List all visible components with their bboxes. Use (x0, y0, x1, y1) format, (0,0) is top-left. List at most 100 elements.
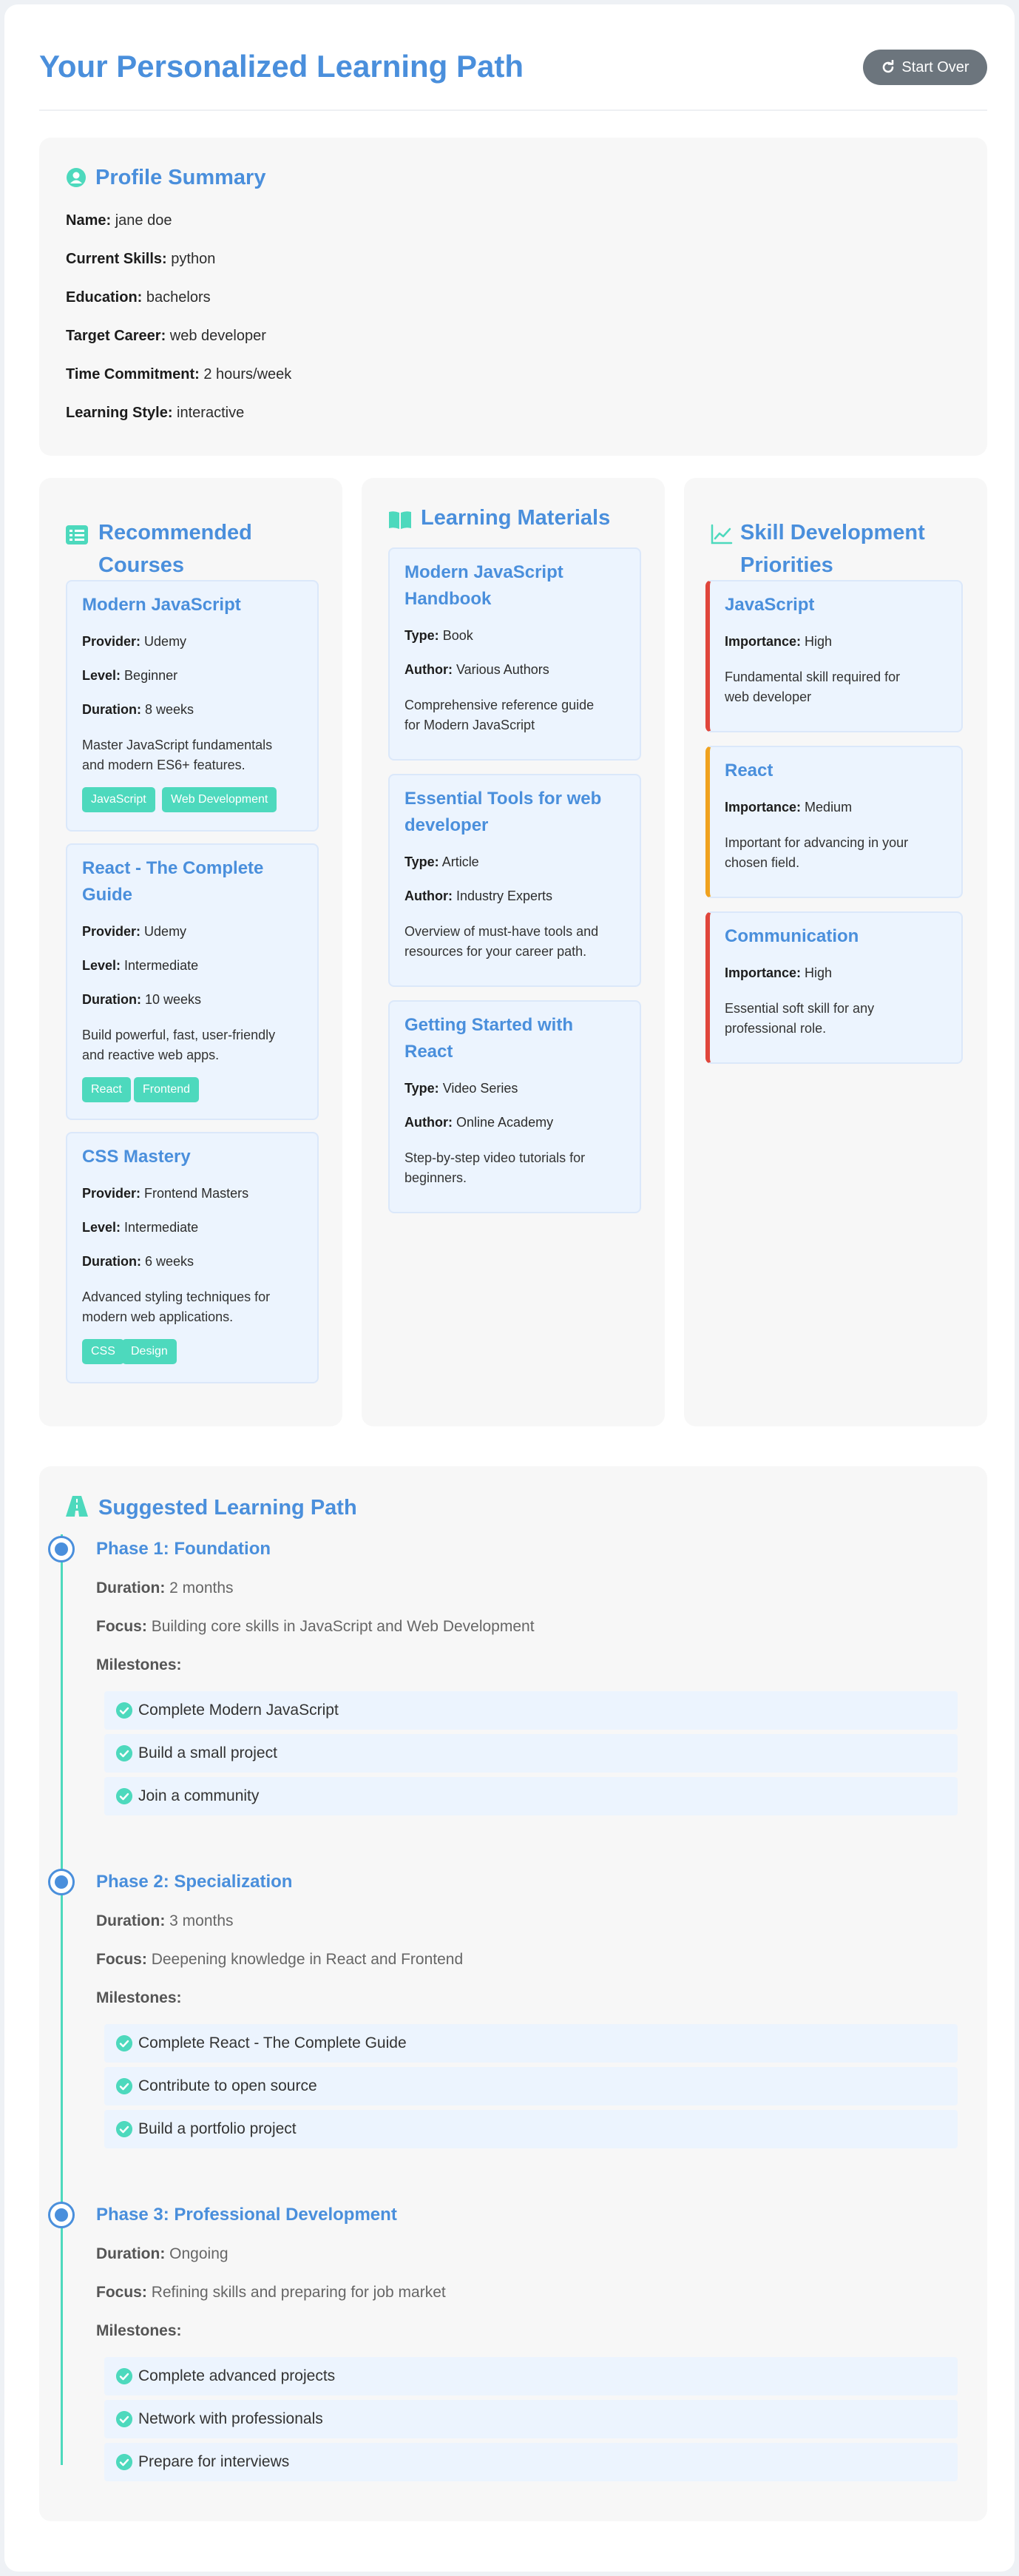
profile-field-label: Current Skills: (66, 251, 167, 267)
course-card-react[interactable]: React - The Complete Guide Provider: Ude… (66, 843, 319, 1120)
tag-javascript[interactable]: JavaScript (82, 787, 155, 812)
material-description-line2: resources for your career path. (404, 944, 587, 959)
phase-focus: Focus: Deepening knowledge in React and … (96, 1949, 463, 1971)
importance-label: Importance: (725, 634, 802, 649)
material-description-line1: Step-by-step video tutorials for (404, 1150, 586, 1165)
header: Your Personalized Learning Path Start Ov… (39, 34, 987, 111)
material-title-line2: Handbook (404, 589, 492, 609)
tag-css[interactable]: CSS (82, 1339, 124, 1364)
author-label: Author: (404, 1115, 453, 1130)
tag-frontend[interactable]: Frontend (134, 1077, 200, 1102)
learning-path-card: Suggested Learning Path Phase 1: Foundat… (39, 1466, 987, 2521)
course-level: Level: Beginner (82, 666, 177, 686)
skill-card-react[interactable]: React Importance: Medium Important for a… (705, 746, 963, 898)
course-card-css-mastery[interactable]: CSS Mastery Provider: Frontend Masters L… (66, 1132, 319, 1383)
material-card-essential-tools[interactable]: Essential Tools for web developer Type: … (388, 774, 641, 987)
milestone-item[interactable]: Complete React - The Complete Guide (104, 2024, 958, 2063)
provider-value: Frontend Masters (144, 1186, 249, 1201)
focus-value: Building core skills in JavaScript and W… (151, 1618, 535, 1635)
duration-value: 10 weeks (145, 992, 202, 1007)
course-duration: Duration: 10 weeks (82, 990, 201, 1010)
author-value: Industry Experts (456, 889, 553, 903)
skill-card-javascript[interactable]: JavaScript Importance: High Fundamental … (705, 580, 963, 732)
tag-react[interactable]: React (82, 1077, 131, 1102)
milestone-item[interactable]: Complete Modern JavaScript (104, 1691, 958, 1730)
material-author: Author: Various Authors (404, 660, 549, 680)
skill-importance: Importance: Medium (725, 798, 852, 817)
phase-duration: Duration: 3 months (96, 1910, 234, 1932)
duration-value: 6 weeks (145, 1254, 194, 1269)
material-card-getting-started-react[interactable]: Getting Started with React Type: Video S… (388, 1000, 641, 1213)
profile-field-career: Target Career: web developer (66, 326, 266, 346)
skill-description-line1: Fundamental skill required for (725, 670, 901, 684)
milestone-item[interactable]: Build a small project (104, 1734, 958, 1773)
profile-field-value: interactive (177, 405, 245, 421)
profile-field-skills: Current Skills: python (66, 249, 215, 269)
importance-label: Importance: (725, 965, 802, 980)
material-title-line1: Modern JavaScript (404, 562, 563, 582)
material-description-line1: Overview of must-have tools and (404, 924, 599, 939)
material-card-handbook[interactable]: Modern JavaScript Handbook Type: Book Au… (388, 547, 641, 761)
course-title-line2: Guide (82, 885, 133, 905)
road-icon (66, 1496, 88, 1517)
tag-web-development[interactable]: Web Development (162, 787, 277, 812)
course-description-line1: Master JavaScript fundamentals (82, 738, 273, 752)
course-description-line2: and reactive web apps. (82, 1048, 220, 1062)
provider-label: Provider: (82, 634, 141, 649)
start-over-button[interactable]: Start Over (863, 50, 987, 85)
material-author: Author: Industry Experts (404, 886, 552, 906)
phase-marker (48, 1536, 75, 1562)
profile-field-value: bachelors (146, 289, 211, 306)
profile-field-label: Education: (66, 289, 143, 306)
skill-description-line1: Essential soft skill for any (725, 1001, 875, 1016)
skill-description-line1: Important for advancing in your (725, 835, 909, 850)
provider-label: Provider: (82, 924, 141, 939)
check-circle-icon (116, 1745, 132, 1761)
profile-field-style: Learning Style: interactive (66, 402, 244, 423)
material-description-line2: beginners. (404, 1170, 467, 1185)
milestone-item[interactable]: Network with professionals (104, 2400, 958, 2438)
profile-field-education: Education: bachelors (66, 287, 211, 308)
milestone-text: Complete advanced projects (138, 2367, 336, 2384)
milestones-label: Milestones: (96, 1989, 182, 2006)
level-value: Intermediate (124, 1220, 199, 1235)
milestone-item[interactable]: Build a portfolio project (104, 2110, 958, 2148)
milestone-item[interactable]: Prepare for interviews (104, 2443, 958, 2481)
skills-title-line2: Priorities (740, 553, 833, 577)
phase-title: Phase 2: Specialization (96, 1872, 293, 1892)
tag-design[interactable]: Design (122, 1339, 177, 1364)
skill-description-line2: professional role. (725, 1021, 827, 1036)
milestone-item[interactable]: Complete advanced projects (104, 2357, 958, 2395)
course-provider: Provider: Udemy (82, 922, 186, 942)
type-label: Type: (404, 854, 439, 869)
duration-value: 3 months (169, 1912, 234, 1929)
check-circle-icon (116, 2078, 132, 2094)
milestone-text: Build a portfolio project (138, 2120, 297, 2137)
duration-label: Duration: (96, 1579, 166, 1596)
importance-label: Importance: (725, 800, 802, 815)
skill-description-line2: web developer (725, 689, 812, 704)
phase-marker (48, 1869, 75, 1895)
milestone-item[interactable]: Contribute to open source (104, 2067, 958, 2105)
material-title-line1: Getting Started with (404, 1015, 573, 1035)
phase-milestones-label: Milestones: (96, 1654, 182, 1676)
focus-value: Refining skills and preparing for job ma… (151, 2284, 446, 2301)
check-circle-icon (116, 1702, 132, 1719)
duration-label: Duration: (82, 1254, 141, 1269)
focus-value: Deepening knowledge in React and Fronten… (151, 1951, 464, 1968)
material-title-line2: React (404, 1042, 453, 1062)
course-card-modern-javascript[interactable]: Modern JavaScript Provider: Udemy Level:… (66, 580, 319, 832)
courses-title-line1: Recommended (98, 521, 252, 544)
author-label: Author: (404, 662, 453, 677)
skill-card-communication[interactable]: Communication Importance: High Essential… (705, 911, 963, 1064)
author-value: Various Authors (456, 662, 549, 677)
milestone-text: Prepare for interviews (138, 2453, 290, 2470)
author-value: Online Academy (456, 1115, 554, 1130)
duration-label: Duration: (82, 992, 141, 1007)
course-duration: Duration: 6 weeks (82, 1252, 194, 1272)
list-icon (66, 525, 88, 544)
material-description-line2: for Modern JavaScript (404, 718, 535, 732)
importance-value: Medium (805, 800, 853, 815)
course-description-line1: Advanced styling techniques for (82, 1289, 271, 1304)
milestone-item[interactable]: Join a community (104, 1777, 958, 1815)
